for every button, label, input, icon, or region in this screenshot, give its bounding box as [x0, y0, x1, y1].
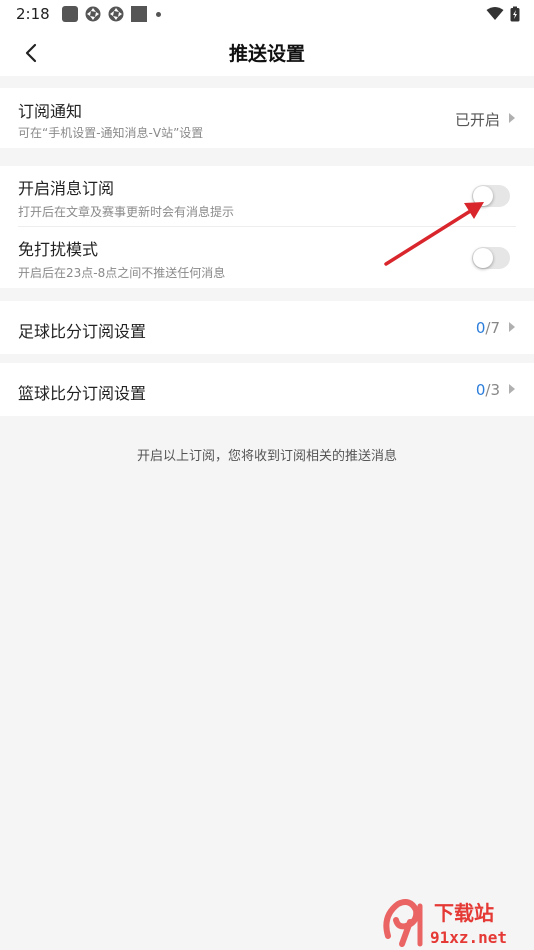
- status-time: 2:18: [16, 5, 50, 23]
- basketball-subscription-title: 篮球比分订阅设置: [18, 384, 147, 403]
- status-right-icons: [486, 6, 520, 22]
- app-notification-icon: [61, 6, 78, 22]
- basketball-subscription-count: 0/3: [476, 381, 500, 399]
- image-notification-icon: [130, 6, 147, 22]
- basketball-count-total: /3: [485, 381, 500, 399]
- navigation-bar: 推送设置: [0, 28, 534, 76]
- football-subscription-count: 0/7: [476, 319, 500, 337]
- message-subscription-subtitle: 打开后在文章及赛事更新时会有消息提示: [18, 205, 235, 219]
- subscription-notice-title: 订阅通知: [18, 102, 83, 121]
- wifi-icon: [486, 7, 504, 20]
- aperture-icon: [108, 6, 124, 22]
- page-title: 推送设置: [228, 43, 305, 65]
- basketball-count-current: 0: [475, 381, 486, 399]
- watermark-brand: 下载站: [434, 901, 494, 925]
- watermark-domain: 91xz.net: [430, 928, 507, 947]
- basketball-subscription-row[interactable]: 篮球比分订阅设置 0/3: [0, 363, 534, 416]
- annotation-arrow-icon: [384, 202, 484, 266]
- football-count-total: /7: [485, 319, 500, 337]
- basketball-card: 篮球比分订阅设置 0/3: [0, 363, 534, 416]
- football-count-current: 0: [475, 319, 486, 337]
- aperture-icon: [85, 6, 101, 22]
- message-subscription-title: 开启消息订阅: [18, 179, 115, 198]
- chevron-right-icon: [509, 384, 515, 394]
- football-card: 足球比分订阅设置 0/7: [0, 301, 534, 354]
- more-notifications-dot-icon: [155, 11, 161, 17]
- chevron-right-icon: [509, 113, 515, 123]
- subscription-status: 已开启: [454, 111, 500, 129]
- subscription-notice-card: 订阅通知 可在“手机设置-通知消息-V站”设置 已开启: [0, 88, 534, 148]
- chevron-right-icon: [509, 322, 515, 332]
- battery-charging-icon: [510, 6, 520, 22]
- status-notification-icons: [61, 6, 161, 22]
- watermark-logo: 下载站 91xz.net: [383, 899, 507, 947]
- footer-note: 开启以上订阅，您将收到订阅相关的推送消息: [136, 449, 397, 464]
- football-subscription-title: 足球比分订阅设置: [18, 322, 147, 341]
- status-bar: 2:18: [0, 0, 534, 28]
- subscription-notice-row[interactable]: 订阅通知 可在“手机设置-通知消息-V站”设置 已开启: [0, 88, 534, 148]
- do-not-disturb-subtitle: 开启后在23点-8点之间不推送任何消息: [18, 266, 226, 280]
- subscription-notice-subtitle: 可在“手机设置-通知消息-V站”设置: [18, 126, 204, 140]
- do-not-disturb-title: 免打扰模式: [18, 240, 99, 259]
- football-subscription-row[interactable]: 足球比分订阅设置 0/7: [0, 301, 534, 354]
